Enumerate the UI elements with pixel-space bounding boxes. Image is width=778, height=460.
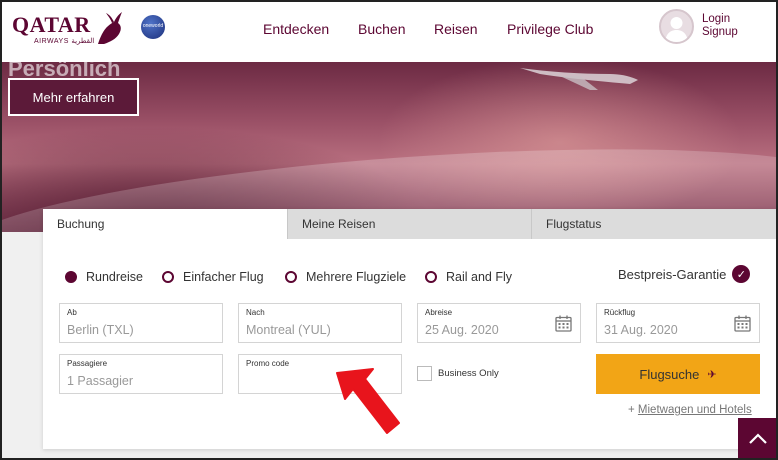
guarantee-label: Bestpreis-Garantie	[618, 266, 727, 282]
user-avatar-icon[interactable]	[659, 9, 694, 44]
radio-unselected-icon	[285, 271, 297, 283]
plane-icon: ✈	[707, 368, 717, 381]
checkbox-icon	[417, 366, 432, 381]
nav-entdecken[interactable]: Entdecken	[263, 21, 329, 37]
mehr-erfahren-button[interactable]: Mehr erfahren	[8, 78, 139, 116]
depart-date-field[interactable]: Abreise 25 Aug. 2020	[417, 303, 581, 343]
person-icon	[665, 17, 688, 42]
depart-value: 25 Aug. 2020	[425, 323, 499, 337]
tab-buchung[interactable]: Buchung	[43, 209, 287, 239]
radio-mehrere-flugziele[interactable]: Mehrere Flugziele	[285, 269, 406, 285]
radio-rail-and-fly[interactable]: Rail and Fly	[425, 269, 512, 285]
booking-widget: Buchung Meine Reisen Flugstatus Rundreis…	[43, 209, 776, 449]
checkmark-icon: ✓	[732, 265, 751, 283]
nav-privilege-club[interactable]: Privilege Club	[507, 21, 593, 37]
depart-label: Abreise	[425, 308, 453, 317]
login-link[interactable]: Login	[702, 13, 738, 26]
calendar-icon[interactable]	[734, 315, 751, 332]
radio-label: Mehrere Flugziele	[306, 270, 407, 284]
from-value: Berlin (TXL)	[67, 323, 134, 337]
promo-code-label: Promo code	[246, 359, 290, 368]
link-prefix: +	[628, 404, 638, 416]
signup-link[interactable]: Signup	[702, 26, 738, 39]
radio-label: Rundreise	[86, 270, 143, 284]
radio-selected-icon	[65, 271, 77, 283]
chevron-up-icon	[749, 433, 767, 444]
passengers-label: Passagiere	[67, 359, 108, 368]
calendar-icon[interactable]	[555, 315, 572, 332]
return-date-field[interactable]: Rückflug 31 Aug. 2020	[596, 303, 760, 343]
radio-unselected-icon	[162, 271, 174, 283]
red-arrow-annotation	[336, 368, 400, 434]
to-label: Nach	[246, 308, 265, 317]
return-value: 31 Aug. 2020	[604, 323, 678, 337]
nav-reisen[interactable]: Reisen	[434, 21, 478, 37]
from-label: Ab	[67, 308, 77, 317]
scroll-to-top-button[interactable]	[738, 418, 778, 460]
hero-banner: Persönlich Mehr erfahren	[0, 62, 778, 232]
radio-unselected-icon	[425, 271, 437, 283]
nav-buchen[interactable]: Buchen	[358, 21, 405, 37]
link-text: Mietwagen und Hotels	[637, 404, 752, 416]
radio-rundreise[interactable]: Rundreise	[65, 269, 143, 285]
business-only-checkbox[interactable]: Business Only	[417, 366, 499, 381]
car-hotel-link[interactable]: + Mietwagen und Hotels	[628, 404, 752, 416]
to-field[interactable]: Nach Montreal (YUL)	[238, 303, 402, 343]
from-field[interactable]: Ab Berlin (TXL)	[59, 303, 223, 343]
login-signup[interactable]: Login Signup	[702, 13, 738, 39]
radio-einfacher-flug[interactable]: Einfacher Flug	[162, 269, 264, 285]
bestpreis-garantie[interactable]: Bestpreis-Garantie ✓	[618, 264, 751, 284]
airplane-icon	[520, 68, 638, 90]
return-label: Rückflug	[604, 308, 636, 317]
to-value: Montreal (YUL)	[246, 323, 331, 337]
passengers-value: 1 Passagier	[67, 374, 134, 388]
radio-label: Einfacher Flug	[183, 270, 264, 284]
radio-label: Rail and Fly	[446, 270, 512, 284]
search-button-label: Flugsuche	[639, 366, 700, 382]
passengers-field[interactable]: Passagiere 1 Passagier	[59, 354, 223, 394]
business-only-label: Business Only	[438, 368, 499, 379]
top-header: QATAR AIRWAYS القطرية oneworld Entdecken…	[0, 0, 778, 62]
tab-flugstatus[interactable]: Flugstatus	[531, 209, 776, 239]
tab-meine-reisen[interactable]: Meine Reisen	[287, 209, 531, 239]
flugsuche-button[interactable]: Flugsuche ✈	[596, 354, 760, 394]
